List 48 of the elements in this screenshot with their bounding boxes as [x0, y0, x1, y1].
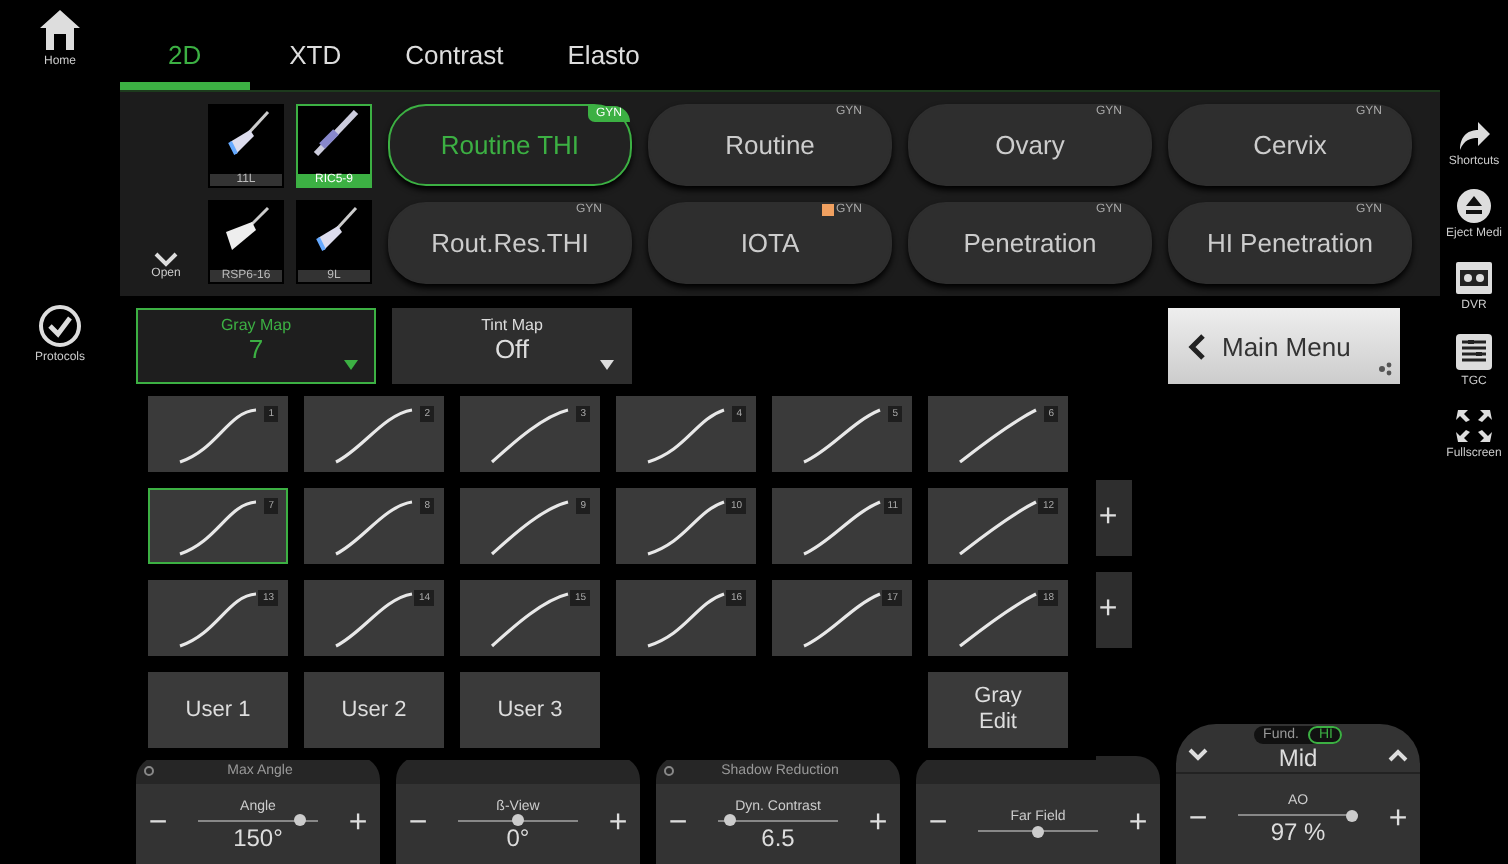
chevron-up-icon: [1388, 748, 1408, 762]
mode-tab[interactable]: Contrast: [381, 0, 528, 90]
minus-button[interactable]: −: [396, 806, 440, 842]
eject-icon: [1455, 188, 1492, 224]
film-icon: [1454, 260, 1494, 296]
control-value: 0°: [506, 827, 530, 849]
circle-icon: [144, 765, 154, 775]
mode-tab[interactable]: XTD: [265, 0, 366, 90]
plus-button[interactable]: +: [596, 806, 640, 842]
circle-icon: [664, 765, 674, 775]
slider-thumb[interactable]: [512, 814, 524, 826]
caret-icon: [344, 360, 358, 370]
caret-icon: [600, 360, 614, 370]
chevron-down-icon: [154, 252, 178, 268]
map-dropdown[interactable]: Tint Map Off: [392, 308, 632, 384]
user-map-button[interactable]: User 1: [148, 672, 288, 748]
user-map-button[interactable]: User 2: [304, 672, 444, 748]
curved-arrow-icon: [1455, 120, 1492, 152]
mode-tab[interactable]: Elasto: [543, 0, 664, 90]
control-value: 6.5: [761, 827, 795, 849]
expand-arrows-icon: [1454, 408, 1494, 444]
edit-map-button[interactable]: Gray Edit: [928, 672, 1068, 748]
checkmark-circle-icon: [37, 304, 82, 348]
control-value: 97 %: [1270, 822, 1326, 844]
chevron-down-icon: [1188, 748, 1208, 762]
user-map-button[interactable]: User 3: [460, 672, 600, 748]
map-dropdown[interactable]: Gray Map 7: [136, 308, 376, 384]
share-icon: [1378, 362, 1392, 376]
minus-button[interactable]: −: [916, 806, 960, 842]
slider-thumb[interactable]: [294, 814, 306, 826]
main-menu-button[interactable]: Main Menu: [1168, 308, 1400, 384]
minus-button[interactable]: −: [136, 806, 180, 842]
plus-button[interactable]: +: [1116, 806, 1160, 842]
slider-thumb[interactable]: [1346, 809, 1358, 821]
plus-button[interactable]: +: [336, 806, 380, 842]
chevron-left-icon: [1188, 333, 1206, 359]
sliders-icon: [1454, 332, 1494, 372]
control-value: 150°: [233, 827, 283, 849]
plus-button[interactable]: +: [856, 806, 900, 842]
slider-thumb[interactable]: [724, 814, 736, 826]
probe-icon: [308, 110, 360, 158]
mode-value: Mid: [1278, 744, 1318, 772]
home-icon: [38, 8, 82, 52]
plus-button[interactable]: +: [1376, 801, 1420, 837]
slider-thumb[interactable]: [1032, 825, 1044, 837]
minus-button[interactable]: −: [1176, 801, 1220, 837]
probe-icon: [220, 206, 272, 254]
minus-button[interactable]: −: [656, 806, 700, 842]
